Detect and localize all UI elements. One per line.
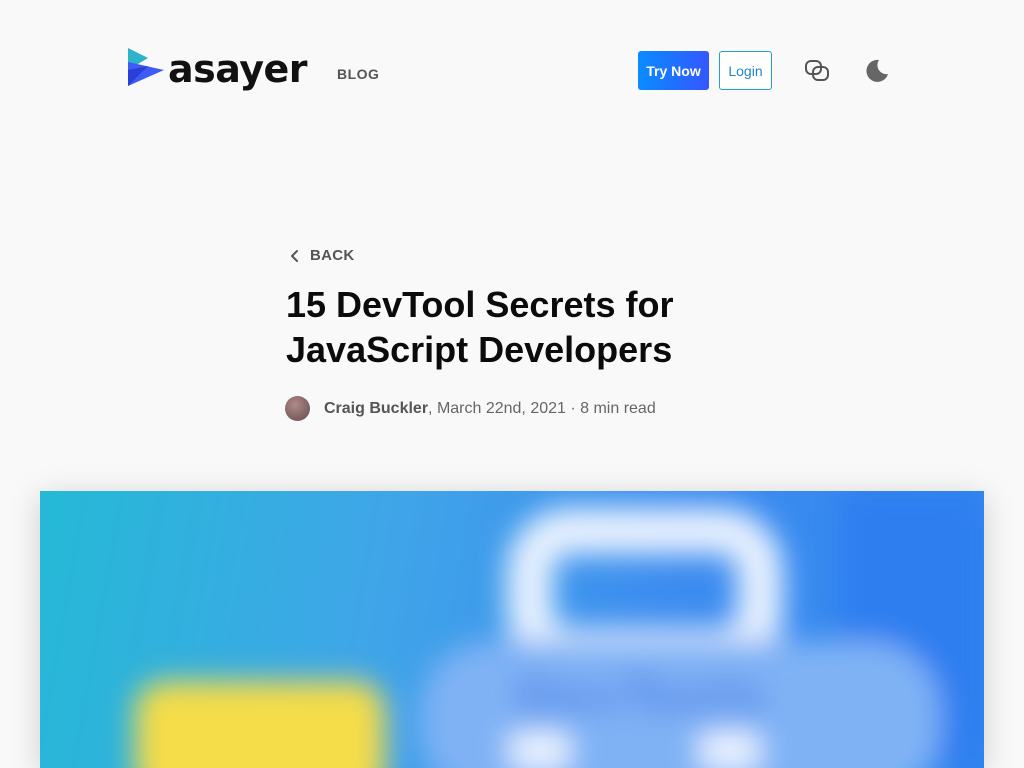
date-read-time: , March 22nd, 2021 · 8 min read (428, 399, 656, 417)
moon-icon[interactable] (862, 56, 892, 86)
site-header: asayer BLOG Try Now Login (0, 0, 1024, 140)
hero-image: DevTools (40, 491, 984, 768)
chat-bubbles-icon[interactable] (802, 56, 832, 86)
article-meta: Craig Buckler , March 22nd, 2021 · 8 min… (285, 396, 656, 421)
blog-tag: BLOG (337, 66, 380, 82)
hero-illustration: DevTools (135, 491, 984, 768)
author-avatar (285, 396, 310, 421)
brand-name: asayer (168, 47, 308, 91)
author-name[interactable]: Craig Buckler (324, 400, 428, 418)
back-label: BACK (310, 247, 355, 264)
article-title: 15 DevTool Secrets for JavaScript Develo… (286, 284, 674, 370)
login-button[interactable]: Login (719, 51, 772, 90)
page: asayer BLOG Try Now Login BACK 15 DevToo… (0, 0, 1024, 768)
back-link[interactable]: BACK (288, 247, 355, 264)
hero-text: DevTools (514, 667, 765, 725)
chevron-left-icon (291, 249, 298, 262)
logo-mark-icon (128, 48, 164, 86)
brand-logo[interactable]: asayer (128, 47, 308, 91)
try-now-button[interactable]: Try Now (638, 51, 709, 90)
